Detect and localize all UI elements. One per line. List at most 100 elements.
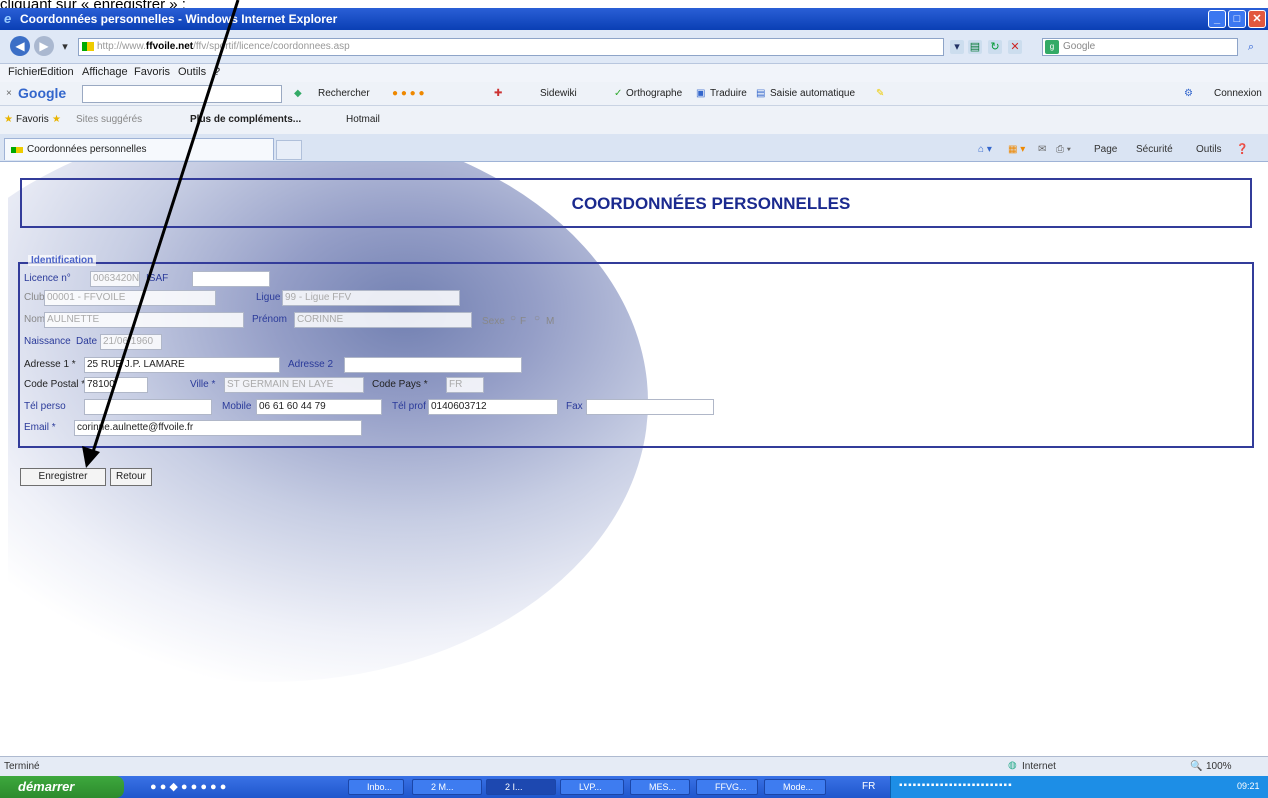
club-field[interactable]: 00001 - FFVOILE (44, 290, 216, 306)
email-field[interactable]: corinne.aulnette@ffvoile.fr (74, 420, 362, 436)
task-item[interactable]: Inbo... (348, 779, 404, 795)
ville-label: Ville * (190, 379, 216, 390)
page-header: COORDONNÉES PERSONNELLES (20, 178, 1252, 228)
cp-label: Code Postal * (24, 379, 86, 390)
help-icon[interactable]: ❓ (1236, 144, 1248, 155)
tray-icons[interactable]: ▪▪▪▪▪▪▪▪▪▪▪▪▪▪▪▪▪▪▪▪▪▪▪▪▪ (899, 780, 1013, 791)
isaf-label: ISAF (146, 273, 169, 284)
feeds-icon[interactable]: ▦ ▾ (1008, 144, 1025, 155)
telperso-field[interactable] (84, 399, 212, 415)
more-addons[interactable]: Plus de compléments... (190, 114, 301, 125)
task-item[interactable]: MES... (630, 779, 690, 795)
mobile-label: Mobile (222, 401, 252, 412)
maximize-button[interactable]: □ (1228, 10, 1246, 28)
tab-bar: Coordonnées personnelles ⌂ ▾ ▦ ▾ ✉ ⎙ ▾ P… (0, 134, 1268, 162)
google-search-icon: g (1045, 40, 1059, 54)
mail-icon[interactable]: ✉ (1038, 144, 1046, 155)
url-domain: ffvoile.net (145, 41, 194, 52)
address-input[interactable]: http://www.ffvoile.net/ffv/sportif/licen… (78, 38, 944, 56)
fax-label: Fax (566, 401, 583, 412)
internet-zone-icon: ◍ (1008, 760, 1017, 771)
minimize-button[interactable]: _ (1208, 10, 1226, 28)
google-saisie[interactable]: Saisie automatique (770, 88, 855, 99)
sexe-f-radio[interactable]: ○ (510, 313, 516, 324)
google-bookmark-icon[interactable]: ✚ (494, 88, 502, 99)
task-item[interactable]: LVP... (560, 779, 624, 795)
menu-affichage[interactable]: Affichage (82, 66, 128, 78)
quick-launch-icons[interactable]: ● ● ◆ ● ● ● ● ● (150, 780, 226, 793)
adresse1-label: Adresse 1 * (24, 359, 76, 370)
mobile-field[interactable]: 06 61 60 44 79 (256, 399, 382, 415)
toolbar-close-icon[interactable]: × (6, 88, 12, 99)
date-field[interactable]: 21/06/1960 (100, 334, 162, 350)
back-button-page[interactable]: Retour (110, 468, 152, 486)
history-dropdown-icon[interactable]: ▾ (58, 40, 72, 54)
system-tray: ▪▪▪▪▪▪▪▪▪▪▪▪▪▪▪▪▪▪▪▪▪▪▪▪▪ 09:21 (890, 776, 1268, 798)
language-indicator[interactable]: FR (862, 781, 875, 792)
google-rechercher[interactable]: Rechercher (318, 88, 370, 99)
google-search-icon-btn[interactable]: ◆ (294, 88, 302, 99)
task-item[interactable]: FFVG... (696, 779, 758, 795)
google-search-input[interactable] (82, 85, 282, 103)
compat-view-icon[interactable]: ▤ (968, 40, 982, 54)
google-orthographe[interactable]: Orthographe (626, 88, 682, 99)
licence-field[interactable]: 0063420N (90, 271, 140, 287)
google-sidewiki[interactable]: Sidewiki (540, 88, 577, 99)
nom-field[interactable]: AULNETTE (44, 312, 244, 328)
print-icon[interactable]: ⎙ ▾ (1056, 144, 1071, 155)
cmd-page[interactable]: Page (1094, 144, 1117, 155)
menu-outils[interactable]: Outils (178, 66, 206, 78)
menu-favoris[interactable]: Favoris (134, 66, 170, 78)
new-tab-button[interactable] (276, 140, 302, 160)
address-dropdown-icon[interactable]: ▾ (950, 40, 964, 54)
sexe-m-radio[interactable]: ○ (534, 313, 540, 324)
cp-field[interactable]: 78100 (84, 377, 148, 393)
adresse2-field[interactable] (344, 357, 522, 373)
codepays-field[interactable]: FR (446, 377, 484, 393)
favorites-label[interactable]: Favoris (16, 114, 49, 125)
menu-fichier[interactable]: Fichier (8, 66, 41, 78)
task-item[interactable]: 2 M... (412, 779, 482, 795)
cmd-outils[interactable]: Outils (1196, 144, 1222, 155)
tab-coordonnees[interactable]: Coordonnées personnelles (4, 138, 274, 160)
fax-field[interactable] (586, 399, 714, 415)
telprof-field[interactable]: 0140603712 (428, 399, 558, 415)
isaf-field[interactable] (192, 271, 270, 287)
google-connexion[interactable]: Connexion (1214, 88, 1262, 99)
menu-help[interactable]: ? (214, 66, 220, 78)
forward-button[interactable]: ▶ (34, 36, 54, 56)
menu-bar: Fichier Edition Affichage Favoris Outils… (0, 64, 1268, 82)
cmd-securite[interactable]: Sécurité (1136, 144, 1173, 155)
pencil-icon[interactable]: ✎ (876, 88, 884, 99)
start-label: démarrer (18, 779, 75, 794)
suggested-sites[interactable]: Sites suggérés (76, 114, 142, 125)
search-input[interactable]: g Google (1042, 38, 1238, 56)
status-bar: Terminé ◍ Internet 🔍 100% (0, 756, 1268, 776)
google-tools-icons[interactable]: ● ● ● ● (392, 88, 425, 99)
refresh-icon[interactable]: ↻ (988, 40, 1002, 54)
save-button[interactable]: Enregistrer (20, 468, 106, 486)
adresse1-field[interactable]: 25 RUE J.P. LAMARE (84, 357, 280, 373)
wrench-icon[interactable]: ⚙ (1184, 88, 1193, 99)
clock: 09:21 (1237, 781, 1260, 791)
favorites-star-icon: ★ (4, 114, 13, 125)
zoom-level[interactable]: 100% (1206, 761, 1232, 772)
home-icon[interactable]: ⌂ ▾ (978, 144, 992, 155)
sexe-f-label: F (520, 316, 527, 327)
back-button[interactable]: ◀ (10, 36, 30, 56)
ligue-field[interactable]: 99 - Ligue FFV (282, 290, 460, 306)
menu-edition[interactable]: Edition (40, 66, 74, 78)
telperso-label: Tél perso (24, 401, 66, 412)
close-button[interactable]: ✕ (1248, 10, 1266, 28)
search-go-icon[interactable]: ⌕ (1244, 40, 1258, 54)
task-item[interactable]: Mode... (764, 779, 826, 795)
google-traduire[interactable]: Traduire (710, 88, 747, 99)
prenom-field[interactable]: CORINNE (294, 312, 472, 328)
hotmail-link[interactable]: Hotmail (346, 114, 380, 125)
task-item-active[interactable]: 2 I... (486, 779, 556, 795)
translate-icon: ▣ (696, 88, 706, 99)
start-button[interactable]: démarrer (0, 776, 124, 798)
add-favorite-icon[interactable]: ★ (52, 114, 61, 125)
ville-field[interactable]: ST GERMAIN EN LAYE (224, 377, 364, 393)
stop-icon[interactable]: ✕ (1008, 40, 1022, 54)
